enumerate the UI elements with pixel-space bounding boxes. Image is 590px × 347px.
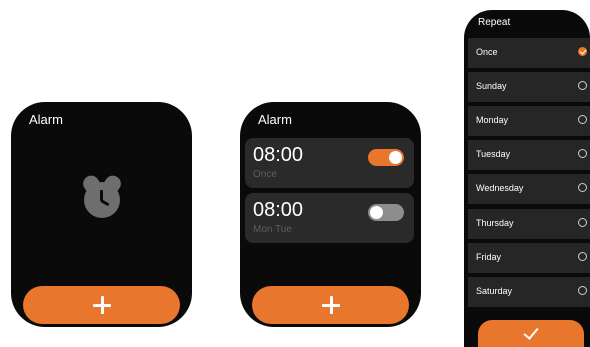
alarm-repeat-label: Once — [253, 169, 277, 180]
repeat-option-friday[interactable]: Friday — [468, 243, 590, 273]
repeat-option-label: Wednesday — [476, 183, 524, 193]
alarm-item[interactable]: 08:00 Mon Tue — [245, 193, 414, 243]
alarm-toggle[interactable] — [368, 204, 404, 221]
repeat-option-thursday[interactable]: Thursday — [468, 209, 590, 239]
radio-icon[interactable] — [578, 218, 587, 227]
alarm-time: 08:00 — [253, 199, 304, 221]
alarm-clock-icon — [78, 172, 126, 222]
radio-icon[interactable] — [578, 286, 587, 295]
radio-icon[interactable] — [578, 149, 587, 158]
repeat-option-label: Saturday — [476, 286, 513, 296]
add-alarm-button[interactable] — [252, 286, 409, 324]
repeat-option-wednesday[interactable]: Wednesday — [468, 174, 590, 204]
alarm-empty-screen: Alarm — [11, 102, 192, 327]
alarm-time: 08:00 — [253, 144, 304, 166]
confirm-button[interactable] — [478, 320, 584, 347]
alarm-item[interactable]: 08:00 Once — [245, 138, 414, 188]
screen-title: Alarm — [29, 112, 63, 127]
plus-icon — [92, 296, 111, 314]
repeat-option-monday[interactable]: Monday — [468, 106, 590, 136]
repeat-option-tuesday[interactable]: Tuesday — [468, 140, 590, 170]
toggle-knob — [370, 206, 383, 219]
repeat-option-label: Tuesday — [476, 149, 511, 159]
plus-icon — [321, 296, 340, 314]
repeat-option-label: Thursday — [476, 218, 514, 228]
repeat-option-label: Friday — [476, 252, 502, 262]
screen-title: Alarm — [258, 112, 292, 127]
repeat-option-sunday[interactable]: Sunday — [468, 72, 590, 102]
screen-title: Repeat — [478, 17, 511, 28]
alarm-toggle[interactable] — [368, 149, 404, 166]
alarm-repeat-label: Mon Tue — [253, 224, 292, 235]
repeat-option-label: Once — [476, 47, 498, 57]
repeat-option-label: Sunday — [476, 81, 507, 91]
repeat-option-saturday[interactable]: Saturday — [468, 277, 590, 307]
radio-icon[interactable] — [578, 252, 587, 261]
checked-radio-icon[interactable] — [578, 47, 587, 56]
checkmark-icon — [523, 324, 539, 340]
alarm-list-screen: Alarm 08:00 Once 08:00 Mon Tue — [240, 102, 421, 327]
repeat-option-once[interactable]: Once — [468, 38, 590, 68]
radio-icon[interactable] — [578, 183, 587, 192]
repeat-screen: Repeat Once Sunday Monday Tuesday Wednes… — [464, 10, 590, 347]
repeat-option-label: Monday — [476, 115, 509, 125]
radio-icon[interactable] — [578, 81, 587, 90]
add-alarm-button[interactable] — [23, 286, 180, 324]
toggle-knob — [389, 151, 402, 164]
radio-icon[interactable] — [578, 115, 587, 124]
